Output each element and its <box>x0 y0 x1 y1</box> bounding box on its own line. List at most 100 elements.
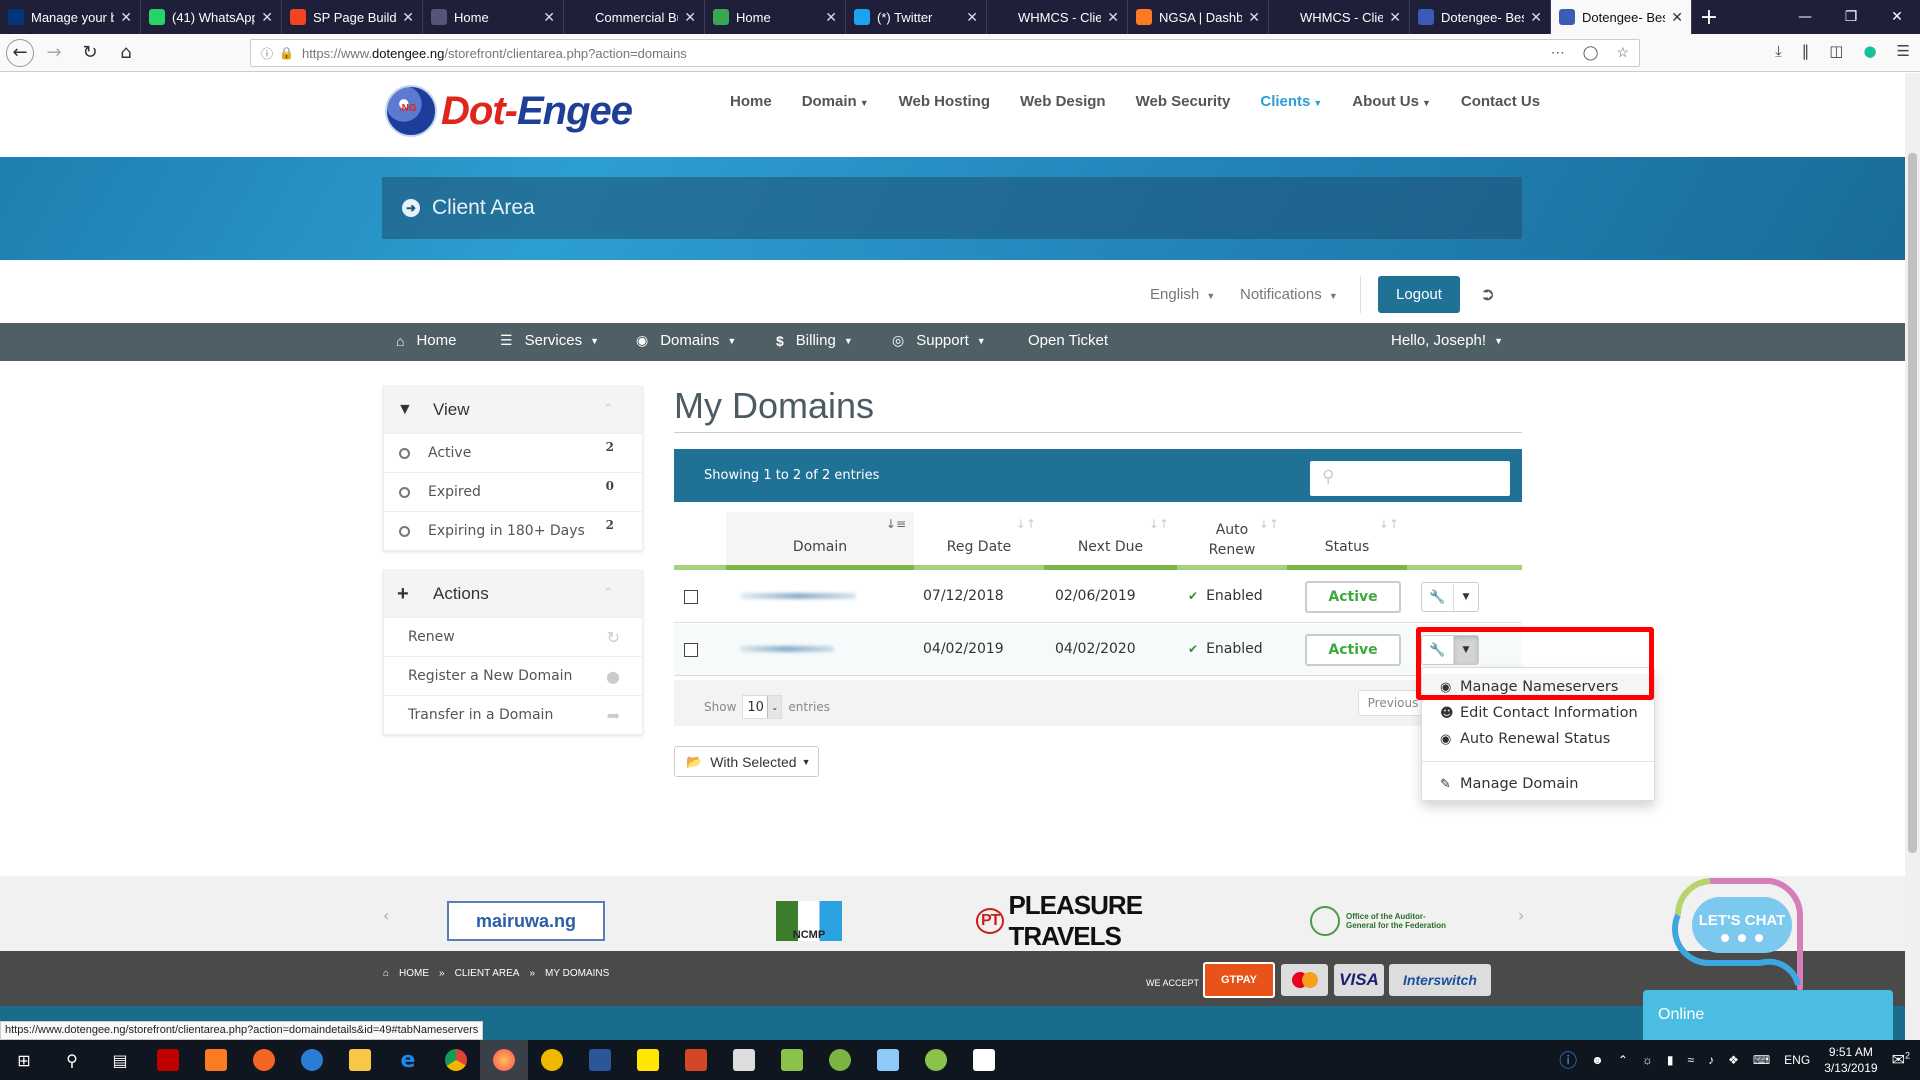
actions-panel-header[interactable]: + Actions ⌃ <box>384 571 642 617</box>
help-icon[interactable]: ⓘ <box>1559 1047 1577 1073</box>
wifi-icon[interactable]: ≈ <box>1687 1053 1694 1067</box>
breadcrumb-home[interactable]: HOME <box>399 968 429 979</box>
close-tab-icon[interactable]: ✕ <box>1671 9 1683 26</box>
menu-item-auto-renewal[interactable]: ◉ Auto Renewal Status <box>1422 726 1654 752</box>
domain-name-redacted[interactable] <box>740 646 834 652</box>
back-button[interactable]: ← <box>6 38 34 67</box>
nav-home[interactable]: ⌂ Home <box>396 332 456 349</box>
browser-tab[interactable]: (41) WhatsApp ✕ <box>141 0 282 34</box>
browser-tab[interactable]: Commercial Busine ✕ <box>564 0 705 34</box>
menu-item-manage-domain[interactable]: ✎ Manage Domain <box>1422 771 1654 797</box>
mail-icon[interactable] <box>960 1040 1008 1080</box>
browser-tab[interactable]: SP Page Builder ✕ <box>282 0 423 34</box>
close-tab-icon[interactable]: ✕ <box>261 9 273 26</box>
new-tab-button[interactable]: + <box>1692 0 1726 34</box>
forward-button[interactable]: → <box>38 37 70 69</box>
dropbox-icon[interactable]: ❖ <box>1728 1053 1739 1067</box>
breadcrumb-client-area[interactable]: CLIENT AREA <box>455 968 520 979</box>
row-checkbox[interactable] <box>684 590 698 604</box>
chrome-icon[interactable] <box>432 1040 480 1080</box>
battery-icon[interactable]: ▮ <box>1667 1053 1674 1067</box>
notifications-icon[interactable]: ✉2 <box>1892 1050 1910 1070</box>
filter-expired[interactable]: Expired 0 <box>384 472 642 511</box>
nav-open-ticket[interactable]: Open Ticket <box>1028 332 1108 349</box>
close-tab-icon[interactable]: ✕ <box>684 9 696 26</box>
close-window-button[interactable]: ✕ <box>1874 0 1920 34</box>
page-actions-icon[interactable]: ⋯ <box>1551 44 1565 61</box>
file-explorer-icon[interactable] <box>336 1040 384 1080</box>
dotengee-logo[interactable]: Dot-Engee <box>385 85 633 137</box>
xampp-icon[interactable] <box>192 1040 240 1080</box>
library-icon[interactable]: ‖ <box>1802 42 1810 60</box>
edge-icon[interactable]: e <box>384 1040 432 1080</box>
user-menu[interactable]: Hello, Joseph! ▼ <box>1391 332 1503 349</box>
main-nav-item[interactable]: Web Design <box>1020 93 1106 110</box>
info-icon[interactable]: ⓘ <box>261 45 273 62</box>
close-tab-icon[interactable]: ✕ <box>966 9 978 26</box>
with-selected-button[interactable]: 📂 With Selected ▼ <box>674 746 819 777</box>
close-tab-icon[interactable]: ✕ <box>1389 9 1401 26</box>
page-size-select[interactable]: 10 ⌄ <box>742 695 783 719</box>
lets-chat-bubble[interactable]: LET'S CHAT <box>1670 873 1810 993</box>
close-tab-icon[interactable]: ✕ <box>120 9 132 26</box>
app-icon[interactable] <box>528 1040 576 1080</box>
nav-domains[interactable]: ◉ Domains ▼ <box>636 332 736 349</box>
search-input[interactable] <box>1348 463 1508 493</box>
sidebar-icon[interactable]: ◫ <box>1829 42 1843 60</box>
sticky-notes-icon[interactable] <box>624 1040 672 1080</box>
chevron-up-icon[interactable]: ⌃ <box>603 401 614 417</box>
minimize-button[interactable]: — <box>1782 0 1828 34</box>
app-icon[interactable] <box>816 1040 864 1080</box>
filezilla-icon[interactable] <box>144 1040 192 1080</box>
volume-icon[interactable]: ♪ <box>1708 1053 1714 1067</box>
page-scrollbar[interactable] <box>1905 73 1920 1050</box>
browser-tab[interactable]: Manage your b ✕ <box>0 0 141 34</box>
carousel-prev-icon[interactable]: ‹ <box>383 906 389 925</box>
app-icon[interactable] <box>864 1040 912 1080</box>
browser-tab[interactable]: Dotengee- Best ✕ <box>1551 0 1692 34</box>
firefox-icon[interactable] <box>480 1040 528 1080</box>
url-bar[interactable]: ⓘ 🔒 https://www. dotengee.ng/storefront/c… <box>250 39 1640 67</box>
powerpoint-icon[interactable] <box>672 1040 720 1080</box>
close-tab-icon[interactable]: ✕ <box>1248 9 1260 26</box>
th-reg-date[interactable]: ↓↑ Reg Date <box>914 512 1044 570</box>
close-tab-icon[interactable]: ✕ <box>402 9 414 26</box>
filter-expiring[interactable]: Expiring in 180+ Days 2 <box>384 511 642 550</box>
app-icon[interactable] <box>240 1040 288 1080</box>
nav-billing[interactable]: $ Billing ▼ <box>776 332 853 349</box>
browser-tab[interactable]: Home ✕ <box>705 0 846 34</box>
notifications-dropdown[interactable]: Notifications ▼ <box>1240 286 1338 303</box>
pocket-icon[interactable]: ◯ <box>1583 44 1599 61</box>
bookmark-star-icon[interactable]: ☆ <box>1616 44 1629 61</box>
caret-down-icon[interactable]: ▼ <box>1454 583 1478 611</box>
chat-status-bar[interactable]: Online <box>1643 990 1893 1042</box>
th-domain[interactable]: ↓≡ Domain <box>726 512 914 570</box>
logout-button[interactable]: Logout <box>1378 276 1460 313</box>
partner-logo-ncmp[interactable]: NCMP <box>776 901 842 941</box>
wrench-icon[interactable]: 🔧 <box>1422 583 1454 611</box>
partner-logo-mairuwa[interactable]: mairuwa.ng <box>447 901 605 941</box>
close-tab-icon[interactable]: ✕ <box>825 9 837 26</box>
keyboard-icon[interactable]: ⌨ <box>1753 1053 1770 1067</box>
close-tab-icon[interactable]: ✕ <box>543 9 555 26</box>
scrollbar-thumb[interactable] <box>1908 153 1917 853</box>
home-button[interactable]: ⌂ <box>110 37 142 69</box>
main-nav-item[interactable]: Web Hosting <box>899 93 990 110</box>
browser-tab[interactable]: Dotengee- Best ✕ <box>1410 0 1551 34</box>
grammarly-icon[interactable]: ● <box>1863 42 1876 60</box>
nav-support[interactable]: ◎ Support ▼ <box>892 332 986 349</box>
network-icon[interactable]: ☼ <box>1642 1053 1653 1067</box>
partner-logo-pleasure-travels[interactable]: PT PLEASURE TRAVELS <box>976 890 1216 951</box>
word-icon[interactable] <box>576 1040 624 1080</box>
search-icon[interactable]: ⚲ <box>48 1040 96 1080</box>
browser-tab[interactable]: (*) Twitter ✕ <box>846 0 987 34</box>
row-checkbox[interactable] <box>684 643 698 657</box>
show-hidden-icon[interactable]: ⌃ <box>1618 1053 1628 1067</box>
people-icon[interactable]: ☻ <box>1591 1053 1604 1067</box>
browser-tab[interactable]: NGSA | Dashbo ✕ <box>1128 0 1269 34</box>
main-nav-item[interactable]: Clients ▼ <box>1260 93 1322 110</box>
language-indicator[interactable]: ENG <box>1784 1053 1810 1067</box>
th-next-due[interactable]: ↓↑ Next Due <box>1044 512 1177 570</box>
close-tab-icon[interactable]: ✕ <box>1107 9 1119 26</box>
reload-button[interactable]: ↻ <box>74 37 106 69</box>
